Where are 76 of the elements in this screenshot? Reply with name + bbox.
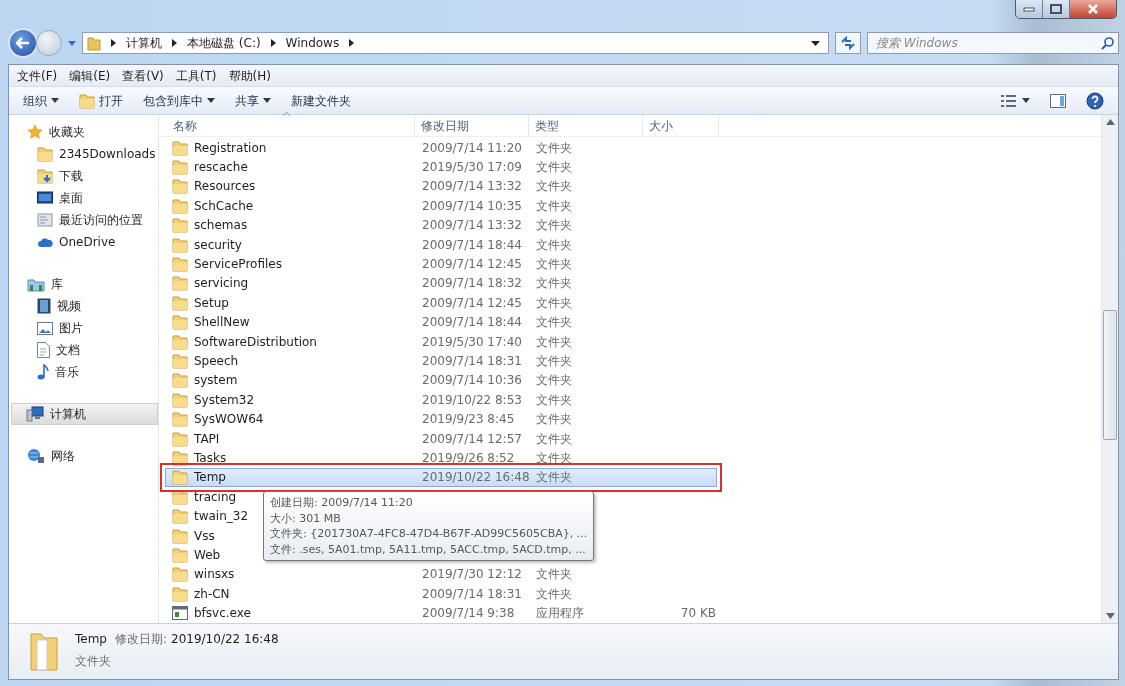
file-size: 70 KB [680,606,716,621]
file-name: security [194,236,242,254]
modified-date: 2019/10/22 8:53 [422,392,522,407]
details-label: 修改日期: [115,631,168,648]
file-name: Tasks [194,449,227,467]
modified-date: 2009/7/14 10:35 [422,198,522,213]
file-type: 文件夹 [536,470,572,485]
modified-date: 2019/10/22 16:48 [422,470,530,485]
file-name: rescache [194,159,248,177]
details-name: Temp [75,631,107,648]
file-name: Temp [194,469,226,487]
modified-date: 2009/7/14 13:32 [422,218,522,233]
file-name: SysWOW64 [194,411,264,429]
file-type: 文件夹 [536,412,572,427]
file-type: 文件夹 [536,373,572,388]
file-type: 文件夹 [536,295,572,310]
details-type: 文件夹 [75,653,112,670]
tooltip-line: 文件: .ses, 5A01.tmp, 5A11.tmp, 5ACC.tmp, 5ACD.tmp, ... [270,541,587,557]
tooltip-line: 文件夹: {201730A7-4FC8-47D4-B67F-AD99C5605CBA}, ... [270,526,588,542]
modified-date: 2019/9/26 8:52 [422,450,515,465]
modified-date: 2009/7/14 10:36 [422,373,522,388]
file-type: 文件夹 [536,257,572,272]
file-type: 文件夹 [536,354,572,368]
file-type: 文件夹 [536,431,572,446]
modified-date: 2009/7/14 9:38 [422,606,515,621]
file-name: bfsvc.exe [194,605,251,623]
file-name: schemas [194,217,248,235]
modified-date: 2009/7/14 18:32 [422,276,522,291]
file-type: 文件夹 [536,315,572,330]
file-name: SchCache [194,197,254,215]
file-type: 文件夹 [536,567,572,582]
modified-date: 2019/5/30 17:40 [422,334,522,349]
file-name: Speech [194,353,239,370]
modified-date: 2009/7/14 11:20 [422,140,522,155]
file-type: 文件夹 [536,334,572,349]
file-type: 应用程序 [536,606,584,621]
modified-date: 2019/9/23 8:45 [422,412,515,427]
file-name: ShellNew [194,314,250,332]
tooltip-line: 创建日期: 2009/7/14 11:20 [270,495,414,511]
file-type: 文件夹 [536,179,572,194]
file-name: SoftwareDistribution [194,333,317,351]
file-name: system [194,372,238,390]
file-type: 文件夹 [536,276,572,291]
file-name: Web [194,546,221,564]
file-type: 文件夹 [536,586,572,601]
file-name: ServiceProfiles [194,256,282,274]
file-name: Registration [194,139,267,157]
modified-date: 2009/7/14 12:57 [422,431,522,446]
modified-date: 2009/7/14 12:45 [422,295,522,310]
tooltip-line: 大小: 301 MB [270,510,342,526]
file-type: 文件夹 [536,392,572,407]
file-name: System32 [194,391,255,409]
file-name: servicing [194,275,249,293]
file-name: twain_32 [194,508,249,526]
modified-date: 2019/7/30 12:12 [422,567,522,582]
file-name: zh-CN [194,585,230,603]
file-name: TAPI [194,430,220,448]
file-name: Setup [194,294,229,312]
modified-date: 2009/7/14 13:32 [422,179,522,194]
file-type: 文件夹 [536,140,572,155]
file-name: Vss [194,527,215,545]
file-type: 文件夹 [536,218,572,233]
details-value: 2019/10/22 16:48 [171,631,279,648]
modified-date: 2009/7/14 18:44 [422,315,522,330]
modified-date: 2019/5/30 17:09 [422,160,522,175]
modified-date: 2009/7/14 18:31 [422,354,522,368]
file-type: 文件夹 [536,450,572,465]
file-name: winsxs [194,566,235,584]
file-type: 文件夹 [536,237,572,252]
modified-date: 2009/7/14 18:31 [422,586,522,601]
modified-date: 2009/7/14 12:45 [422,257,522,272]
file-type: 文件夹 [536,160,572,175]
file-name: tracing [194,488,237,506]
modified-date: 2009/7/14 18:44 [422,237,522,252]
file-name: Resources [194,178,256,196]
file-type: 文件夹 [536,198,572,213]
